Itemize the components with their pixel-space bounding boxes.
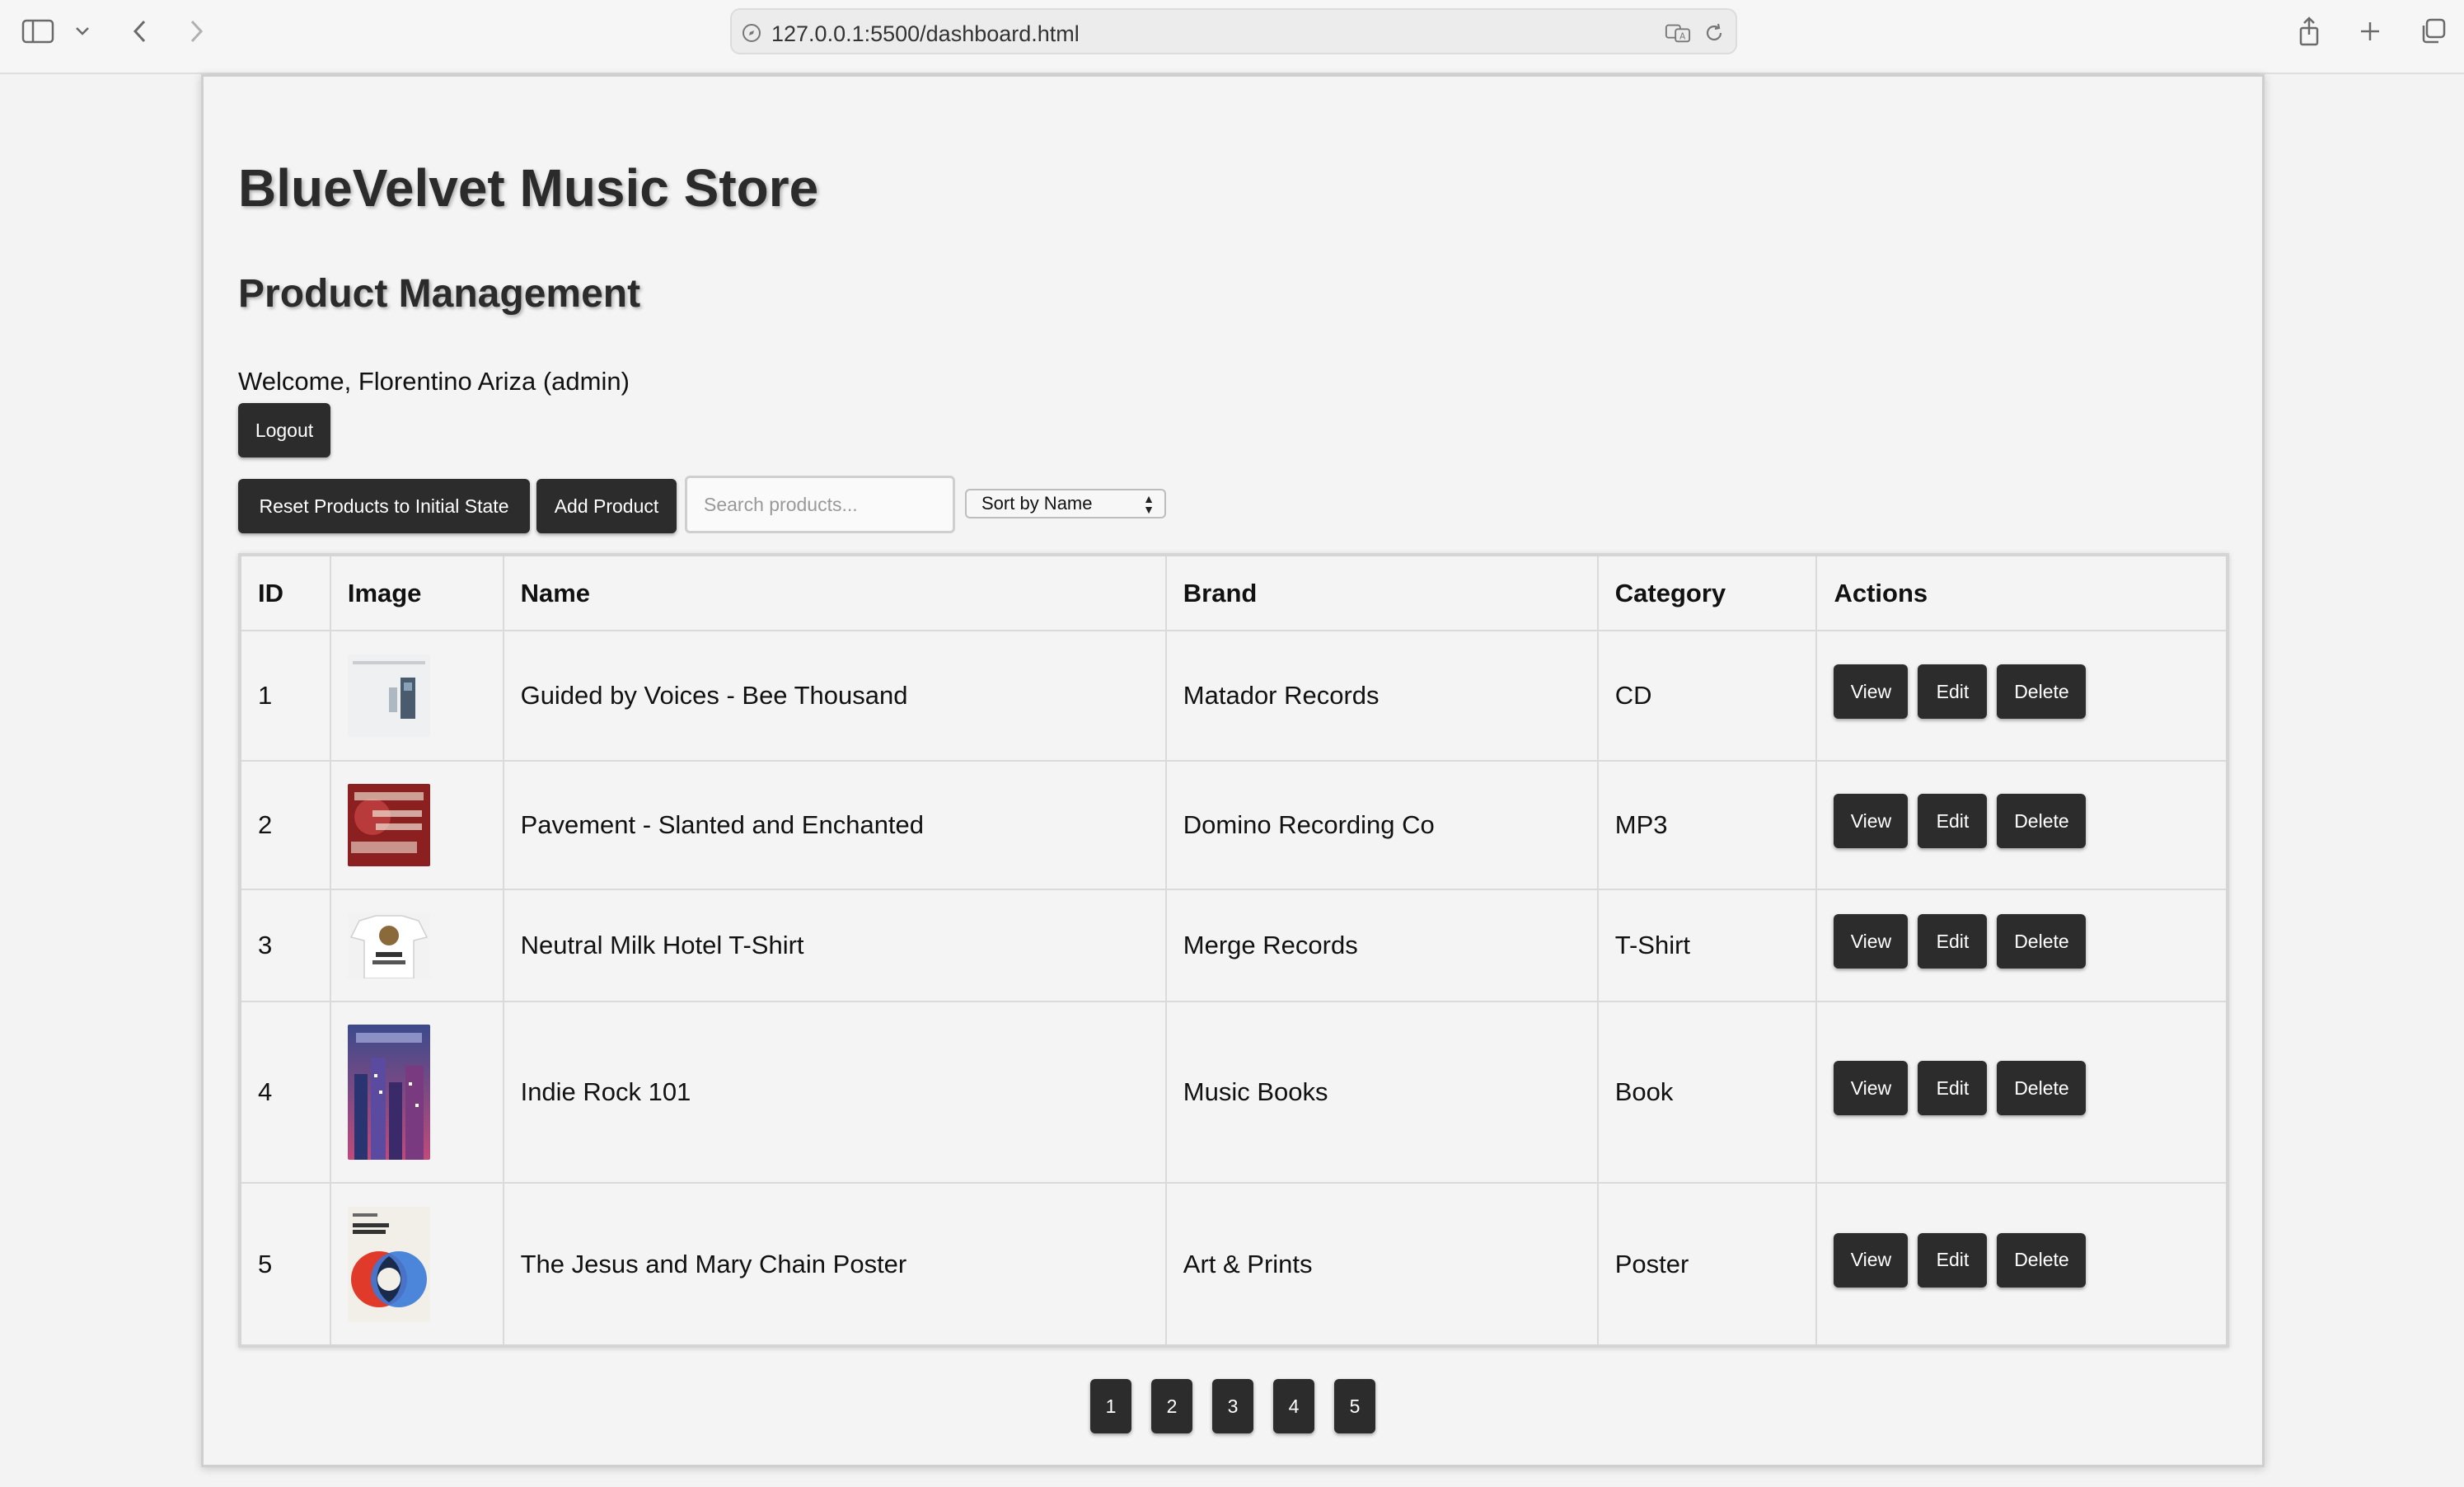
product-category: T-Shirt (1596, 889, 1818, 1002)
edit-button[interactable]: Edit (1918, 794, 1988, 848)
product-name: Indie Rock 101 (502, 1001, 1167, 1184)
row-actions: View Edit Delete (1834, 1061, 2226, 1115)
column-header-name: Name (502, 554, 1167, 631)
new-tab-icon[interactable] (2350, 12, 2390, 51)
row-actions: View Edit Delete (1834, 914, 2226, 969)
forward-icon[interactable] (176, 12, 216, 51)
table-header-row: ID Image Name Brand Category Actions (239, 554, 2228, 631)
table-row: 3 Neutral Milk Hotel T-Shirt Merge Recor… (239, 889, 2228, 1002)
view-button[interactable]: View (1834, 664, 1909, 719)
share-icon[interactable] (2289, 12, 2329, 51)
pagination: 1 2 3 4 5 (204, 1379, 2262, 1433)
delete-button[interactable]: Delete (1997, 794, 2087, 848)
row-actions: View Edit Delete (1834, 664, 2226, 719)
table-row: 4 Indie Rock 101 Music Books Book View E… (239, 1001, 2228, 1184)
product-id: 5 (239, 1182, 331, 1347)
logout-button[interactable]: Logout (238, 403, 330, 457)
page-button-2[interactable]: 2 (1151, 1379, 1192, 1433)
sort-select-value: Sort by Name (981, 493, 1093, 514)
search-input[interactable] (685, 476, 955, 533)
product-name: Pavement - Slanted and Enchanted (502, 760, 1167, 890)
delete-button[interactable]: Delete (1997, 664, 2087, 719)
product-image (347, 912, 430, 978)
sort-select[interactable]: Sort by Name ▲ ▼ (965, 489, 1166, 518)
reset-products-button[interactable]: Reset Products to Initial State (238, 479, 530, 533)
product-brand: Matador Records (1164, 630, 1599, 762)
product-name: Neutral Milk Hotel T-Shirt (502, 889, 1167, 1002)
url-text: 127.0.0.1:5500/dashboard.html (771, 21, 1080, 46)
table-row: 1 Guided by Voices - Bee Thousand Matado… (239, 630, 2228, 762)
translate-icon[interactable]: A (1665, 20, 1691, 46)
product-category: CD (1596, 630, 1818, 762)
row-actions: View Edit Delete (1834, 1232, 2226, 1288)
svg-text:A: A (1679, 32, 1685, 42)
welcome-message: Welcome, Florentino Ariza (admin) (238, 367, 630, 396)
view-button[interactable]: View (1834, 1061, 1909, 1115)
product-name: Guided by Voices - Bee Thousand (502, 630, 1167, 762)
tabs-overview-icon[interactable] (2413, 12, 2452, 51)
table-row: 2 Pavement - Slanted and Enchanted Domin… (239, 760, 2228, 890)
product-image (347, 654, 430, 737)
row-actions: View Edit Delete (1834, 794, 2226, 848)
page-button-4[interactable]: 4 (1273, 1379, 1314, 1433)
add-product-button[interactable]: Add Product (536, 479, 677, 533)
reload-icon[interactable] (1701, 20, 1727, 46)
product-category: Book (1596, 1001, 1818, 1184)
chevron-down-icon[interactable] (63, 12, 102, 51)
sidebar-icon[interactable] (18, 12, 58, 51)
address-bar[interactable]: 127.0.0.1:5500/dashboard.html A (730, 8, 1737, 54)
column-header-brand: Brand (1164, 554, 1599, 631)
edit-button[interactable]: Edit (1918, 1232, 1988, 1288)
view-button[interactable]: View (1834, 794, 1909, 848)
view-button[interactable]: View (1834, 914, 1909, 969)
edit-button[interactable]: Edit (1918, 914, 1988, 969)
product-category: Poster (1596, 1182, 1818, 1347)
product-brand: Domino Recording Co (1164, 760, 1599, 890)
dashboard-container: BlueVelvet Music Store Product Managemen… (201, 74, 2265, 1467)
product-name: The Jesus and Mary Chain Poster (502, 1182, 1167, 1347)
page-button-5[interactable]: 5 (1334, 1379, 1375, 1433)
product-id: 4 (239, 1001, 331, 1184)
product-brand: Merge Records (1164, 889, 1599, 1002)
edit-button[interactable]: Edit (1918, 1061, 1988, 1115)
product-image (347, 1206, 430, 1322)
column-header-id: ID (239, 554, 331, 631)
table-row: 5 The Jesus and Mary Chain Poster Art & (239, 1182, 2228, 1347)
product-image (347, 784, 430, 866)
back-icon[interactable] (120, 12, 160, 51)
compass-icon (738, 20, 765, 46)
products-table: ID Image Name Brand Category Actions 1 G… (238, 553, 2229, 1348)
product-id: 1 (239, 630, 331, 762)
page-button-1[interactable]: 1 (1090, 1379, 1131, 1433)
browser-toolbar: 127.0.0.1:5500/dashboard.html A (0, 0, 2464, 74)
product-category: MP3 (1596, 760, 1818, 890)
product-brand: Art & Prints (1164, 1182, 1599, 1347)
view-button[interactable]: View (1834, 1232, 1909, 1288)
delete-button[interactable]: Delete (1997, 1232, 2087, 1288)
product-id: 3 (239, 889, 331, 1002)
store-title: BlueVelvet Music Store (238, 158, 819, 218)
delete-button[interactable]: Delete (1997, 1061, 2087, 1115)
product-id: 2 (239, 760, 331, 890)
section-title: Product Management (238, 272, 641, 316)
product-image (347, 1025, 430, 1160)
select-arrows-icon: ▲ ▼ (1143, 492, 1155, 516)
product-brand: Music Books (1164, 1001, 1599, 1184)
delete-button[interactable]: Delete (1997, 914, 2087, 969)
column-header-actions: Actions (1815, 554, 2228, 631)
edit-button[interactable]: Edit (1918, 664, 1988, 719)
page-button-3[interactable]: 3 (1212, 1379, 1253, 1433)
column-header-image: Image (329, 554, 504, 631)
column-header-category: Category (1596, 554, 1818, 631)
